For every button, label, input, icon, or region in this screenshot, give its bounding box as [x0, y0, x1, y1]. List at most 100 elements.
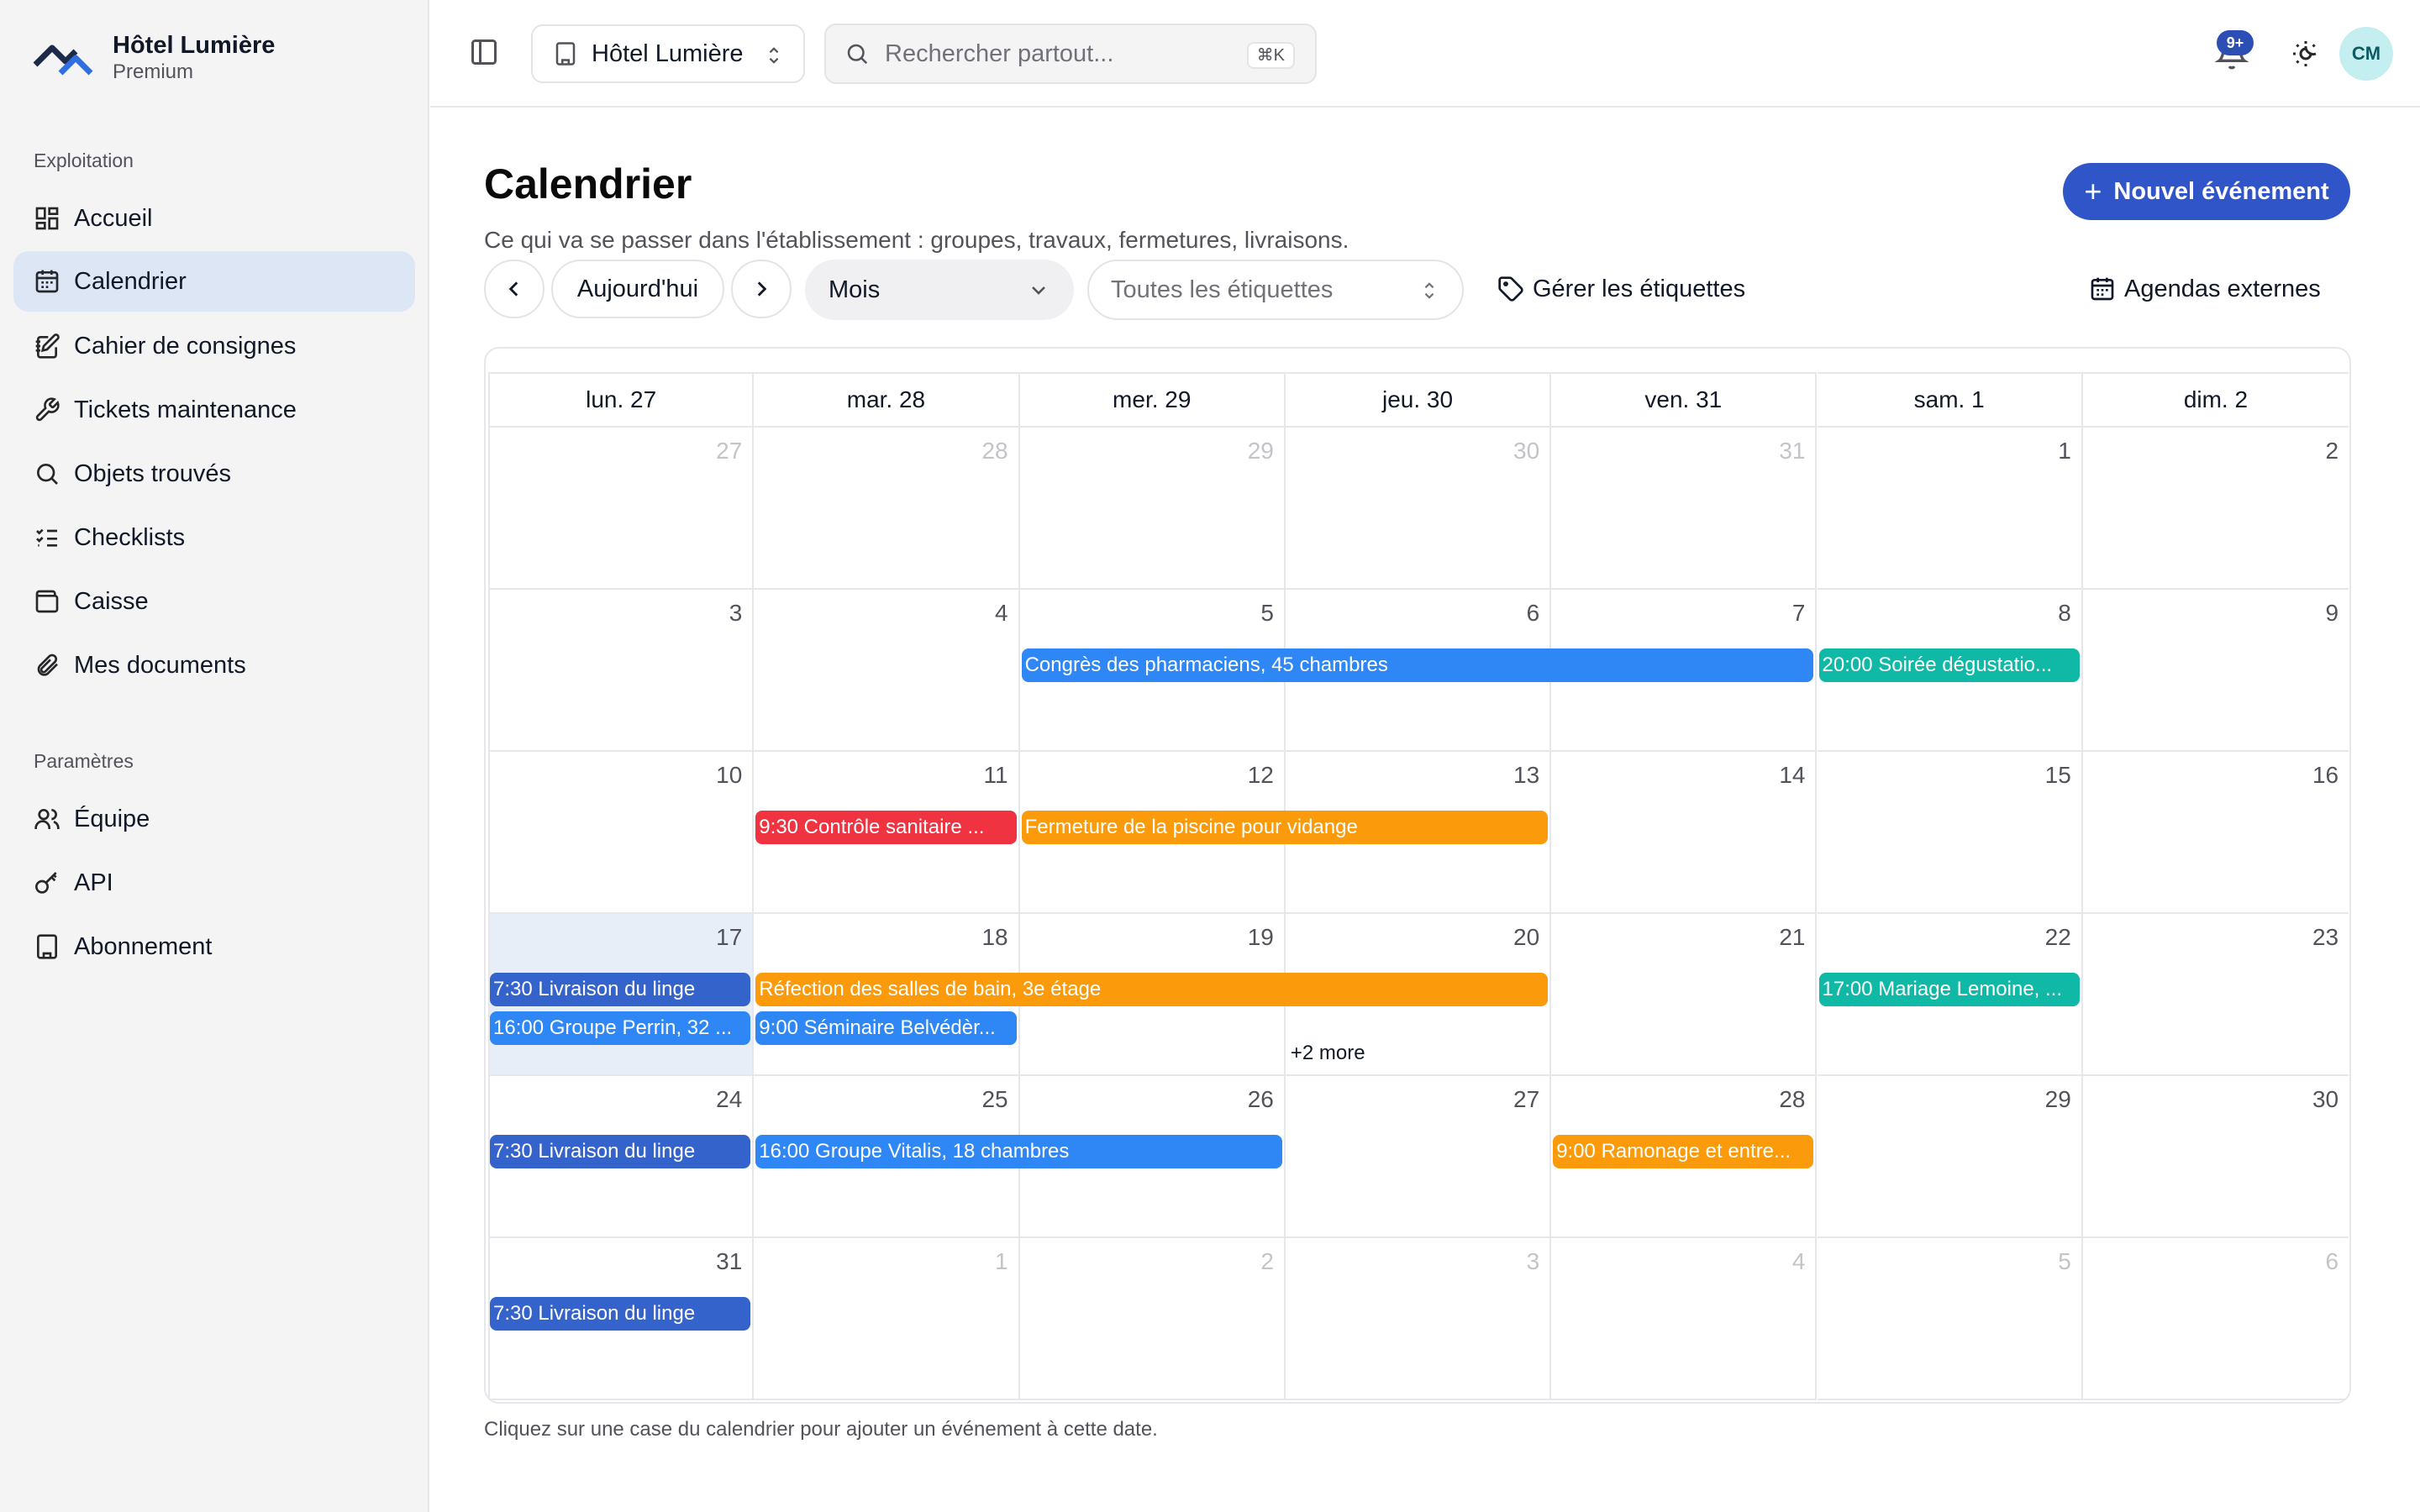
day-cell[interactable]: 3 — [488, 590, 755, 752]
day-cell[interactable]: 27 — [1285, 1076, 1552, 1238]
day-number: 20 — [1513, 924, 1540, 950]
day-number: 15 — [2044, 762, 2071, 788]
sidebar-item-accueil[interactable]: Accueil — [13, 188, 415, 249]
calendar-event[interactable]: 16:00 Groupe Perrin, 32 ... — [490, 1011, 751, 1045]
day-number: 16 — [2312, 762, 2339, 788]
day-cell[interactable]: 28 — [754, 428, 1020, 590]
chevron-down-icon — [1032, 286, 1045, 295]
weekday-header: jeu. 30 — [1285, 372, 1552, 428]
prev-button[interactable] — [484, 260, 544, 318]
today-button[interactable]: Aujourd'hui — [551, 260, 724, 318]
external-calendars-button[interactable]: Agendas externes — [2089, 265, 2321, 312]
day-cell[interactable]: 2 — [1019, 1238, 1286, 1400]
more-events-link[interactable]: +2 more — [1291, 1042, 1365, 1065]
calendar-event[interactable]: 7:30 Livraison du linge — [490, 1135, 751, 1168]
topbar: Hôtel Lumière Rechercher partout... ⌘K 9… — [430, 0, 2420, 108]
tags-select[interactable]: Toutes les étiquettes — [1087, 260, 1464, 320]
manage-tags-label: Gérer les étiquettes — [1533, 275, 1746, 302]
day-cell[interactable]: 1 — [754, 1238, 1020, 1400]
calendar-event[interactable]: 20:00 Soirée dégustatio... — [1818, 648, 2080, 682]
day-cell[interactable]: 31 — [1551, 428, 1818, 590]
sidebar-item-documents[interactable]: Mes documents — [13, 635, 415, 696]
day-cell[interactable]: 4 — [1551, 1238, 1818, 1400]
day-cell[interactable]: 6 — [2082, 1238, 2349, 1400]
sidebar-item-equipe[interactable]: Équipe — [13, 789, 415, 849]
calendar-event[interactable]: Congrès des pharmaciens, 45 chambres — [1021, 648, 1814, 682]
calendar-event[interactable]: 7:30 Livraison du linge — [490, 973, 751, 1006]
manage-tags-button[interactable]: Gérer les étiquettes — [1497, 265, 1745, 312]
calendar-event[interactable]: 9:30 Contrôle sanitaire ... — [755, 811, 1017, 844]
sidebar-item-calendrier[interactable]: Calendrier — [13, 251, 415, 312]
sidebar-item-label: Équipe — [74, 805, 150, 832]
hotel-selector[interactable]: Hôtel Lumière — [531, 24, 805, 83]
day-cell[interactable]: 5 — [1817, 1238, 2083, 1400]
day-cell[interactable]: 29 — [1019, 428, 1286, 590]
calendar-event[interactable]: 17:00 Mariage Lemoine, ... — [1818, 973, 2080, 1006]
calendar-event[interactable]: 9:00 Séminaire Belvédèr... — [755, 1011, 1017, 1045]
day-number: 7 — [1791, 600, 1806, 626]
day-cell[interactable]: 29 — [1817, 1076, 2083, 1238]
day-number: 6 — [2325, 1248, 2339, 1274]
sidebar-item-caisse[interactable]: Caisse — [13, 571, 415, 632]
next-button[interactable] — [731, 260, 792, 318]
day-number: 25 — [981, 1086, 1008, 1112]
external-calendars-label: Agendas externes — [2124, 275, 2321, 302]
day-cell[interactable]: 9 — [2082, 590, 2349, 752]
page-title: Calendrier — [484, 160, 692, 207]
day-number: 21 — [1779, 924, 1806, 950]
day-cell[interactable]: 1 — [1817, 428, 2083, 590]
day-number: 1 — [995, 1248, 1008, 1274]
calendar-event[interactable]: 16:00 Groupe Vitalis, 18 chambres — [755, 1135, 1282, 1168]
calendar-event[interactable]: 9:00 Ramonage et entre... — [1553, 1135, 1814, 1168]
day-number: 28 — [1779, 1086, 1806, 1112]
day-cell[interactable]: 21 — [1551, 914, 1818, 1076]
day-number: 29 — [2044, 1086, 2071, 1112]
day-cell[interactable]: 3 — [1285, 1238, 1552, 1400]
theme-toggle-icon[interactable] — [2291, 39, 2321, 69]
search-input[interactable]: Rechercher partout... ⌘K — [824, 24, 1317, 84]
view-select[interactable]: Mois — [805, 260, 1074, 320]
day-number: 3 — [729, 600, 743, 626]
day-cell[interactable]: 10 — [488, 752, 755, 914]
month-calendar: lun. 27 mar. 28 mer. 29 jeu. 30 ven. 31 sam. … — [484, 347, 2351, 1404]
search-icon — [37, 464, 58, 485]
tags-select-placeholder: Toutes les étiquettes — [1111, 276, 1334, 303]
day-cell[interactable]: 16 — [2082, 752, 2349, 914]
day-cell[interactable]: 15 — [1817, 752, 2083, 914]
new-event-button[interactable]: + Nouvel événement — [2063, 163, 2350, 220]
day-cell[interactable]: 30 — [1285, 428, 1552, 590]
footer-note: Cliquez sur une case du calendrier pour … — [484, 1418, 1158, 1441]
brand[interactable]: Hôtel Lumière Premium — [32, 30, 275, 84]
key-icon — [35, 872, 57, 894]
day-number: 14 — [1779, 762, 1806, 788]
sidebar-toggle-icon[interactable] — [469, 37, 499, 67]
day-cell[interactable]: 27 — [488, 428, 755, 590]
sidebar-item-checklists[interactable]: Checklists — [13, 507, 415, 568]
sidebar-item-cahier[interactable]: Cahier de consignes — [13, 316, 415, 376]
day-number: 31 — [716, 1248, 743, 1274]
calendar-event[interactable]: Réfection des salles de bain, 3e étage — [755, 973, 1549, 1006]
wrench-icon — [35, 397, 60, 422]
day-number: 31 — [1779, 438, 1806, 464]
day-number: 2 — [2325, 438, 2339, 464]
brand-plan: Premium — [113, 60, 194, 83]
day-cell[interactable]: 14 — [1551, 752, 1818, 914]
day-number: 22 — [2044, 924, 2071, 950]
calendar-event[interactable]: Fermeture de la piscine pour vidange — [1021, 811, 1549, 844]
avatar[interactable]: CM — [2339, 27, 2393, 81]
calendar-event[interactable]: 7:30 Livraison du linge — [490, 1297, 751, 1331]
day-number: 24 — [716, 1086, 743, 1112]
sidebar-item-tickets[interactable]: Tickets maintenance — [13, 380, 415, 440]
day-number: 13 — [1513, 762, 1540, 788]
day-number: 4 — [1791, 1248, 1806, 1274]
day-cell[interactable]: 30 — [2082, 1076, 2349, 1238]
sidebar-item-api[interactable]: API — [13, 853, 415, 913]
building-icon — [555, 42, 576, 66]
day-number: 30 — [2312, 1086, 2339, 1112]
sidebar-item-abonnement[interactable]: Abonnement — [13, 916, 415, 977]
day-cell[interactable]: 23 — [2082, 914, 2349, 1076]
day-cell[interactable]: 2 — [2082, 428, 2349, 590]
sidebar-item-objets[interactable]: Objets trouvés — [13, 444, 415, 504]
day-number: 4 — [995, 600, 1008, 626]
day-cell[interactable]: 4 — [754, 590, 1020, 752]
